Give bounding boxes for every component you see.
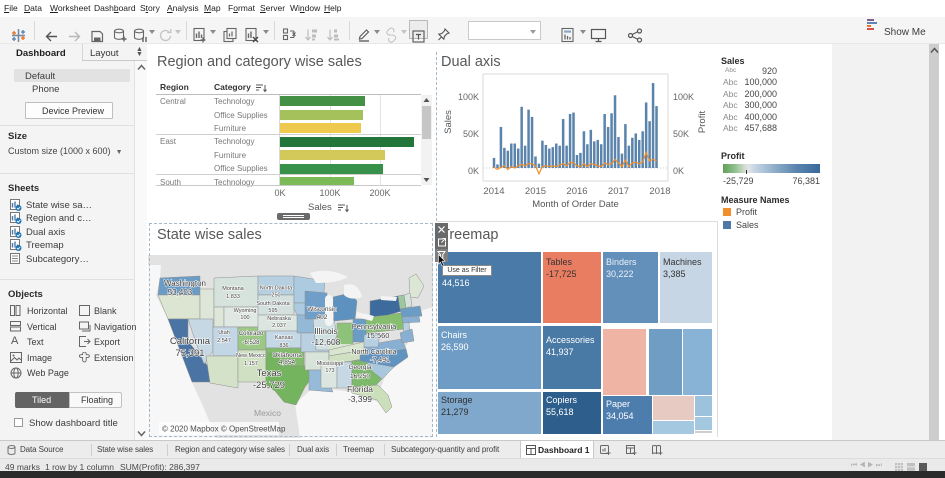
svg-text:A: A xyxy=(11,335,19,346)
